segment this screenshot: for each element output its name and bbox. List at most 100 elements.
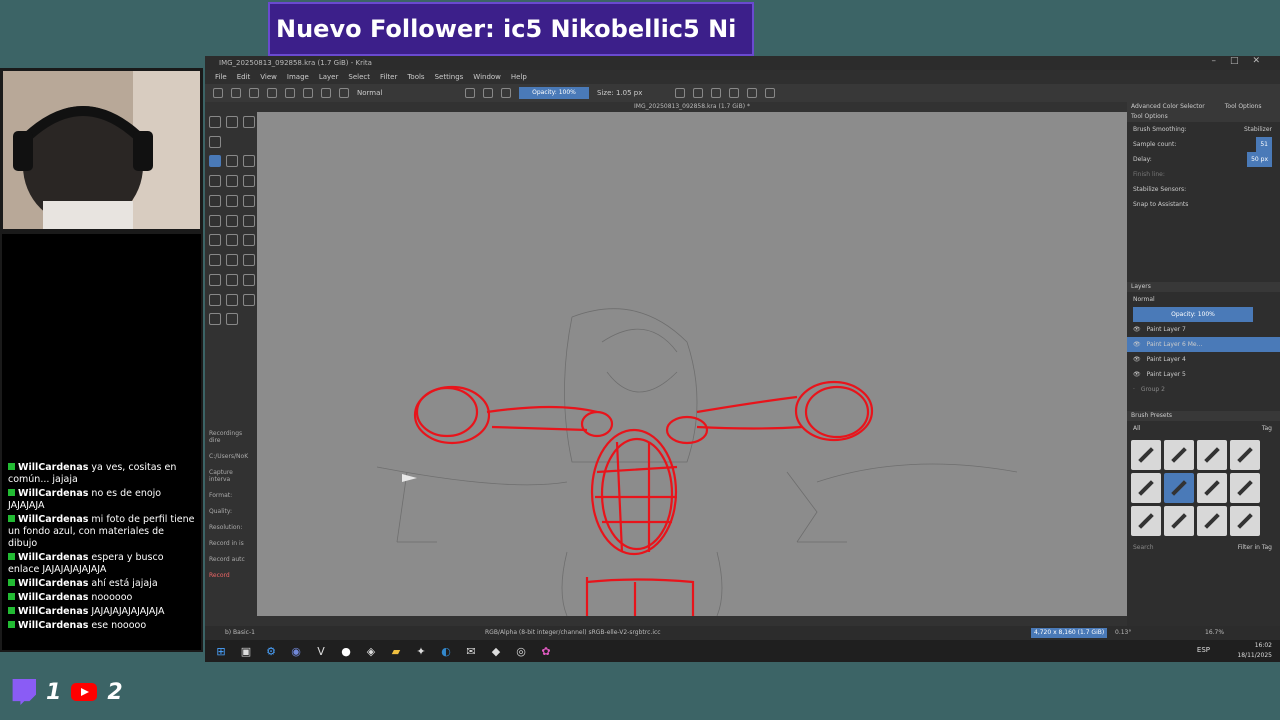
enclose-fill-icon[interactable] (226, 254, 238, 267)
freehand-select-icon[interactable] (209, 293, 221, 306)
save-icon[interactable] (249, 88, 259, 98)
status-rotation[interactable]: 0.13° (1115, 626, 1131, 640)
menu-layer[interactable]: Layer (319, 70, 339, 84)
option-row[interactable]: Brush Smoothing: Stabilizer (1127, 122, 1280, 137)
brush-search-row[interactable]: Search Filter in Tag (1127, 540, 1280, 555)
menu-select[interactable]: Select (348, 70, 370, 84)
app-icon[interactable]: ⚙ (263, 643, 279, 659)
gradient-icon[interactable] (267, 88, 277, 98)
mirror-horizontal-icon[interactable] (675, 88, 685, 98)
krita-icon[interactable]: ✿ (538, 643, 554, 659)
layer-blend-mode[interactable]: Normal (1127, 292, 1280, 307)
edge-icon[interactable]: ◐ (438, 643, 454, 659)
pan-tool-icon[interactable] (226, 313, 238, 326)
gradient-tool-icon[interactable] (209, 234, 221, 247)
text-tool-icon[interactable] (226, 116, 238, 128)
brush-preset[interactable] (1131, 440, 1161, 470)
menu-edit[interactable]: Edit (237, 70, 251, 84)
calligraphy-icon[interactable] (209, 135, 221, 148)
crop-tool-icon[interactable] (243, 214, 255, 227)
start-icon[interactable]: ⊞ (213, 643, 229, 659)
layer-item[interactable]: · Group 2 (1127, 382, 1280, 397)
ellipse-select-icon[interactable] (226, 273, 238, 286)
move-tool-icon[interactable] (226, 214, 238, 227)
workspace-icon[interactable] (729, 88, 739, 98)
dynamic-brush-icon[interactable] (243, 194, 255, 207)
smart-patch-icon[interactable] (243, 234, 255, 247)
transform-tool-icon[interactable] (209, 214, 221, 227)
layer-item[interactable]: 👁 Paint Layer 6 Me... (1127, 337, 1280, 352)
line-tool-icon[interactable] (226, 155, 238, 168)
obs-icon[interactable]: ● (338, 643, 354, 659)
edit-shape-icon[interactable] (243, 116, 255, 128)
layer-item[interactable]: 👁 Paint Layer 7 (1127, 322, 1280, 337)
tab-tool-options[interactable]: Tool Options (1225, 102, 1262, 112)
brush-preset[interactable] (1230, 506, 1260, 536)
undo-icon[interactable] (747, 88, 757, 98)
open-document-icon[interactable] (231, 88, 241, 98)
discord-icon[interactable]: ◉ (288, 643, 304, 659)
menu-window[interactable]: Window (473, 70, 501, 84)
menu-filter[interactable]: Filter (380, 70, 397, 84)
brush-preset[interactable] (1164, 440, 1194, 470)
option-row[interactable]: Delay: 50 px (1127, 152, 1280, 167)
menu-help[interactable]: Help (511, 70, 527, 84)
menu-image[interactable]: Image (287, 70, 309, 84)
brush-preset[interactable] (1230, 440, 1260, 470)
menu-view[interactable]: View (260, 70, 277, 84)
assistant-tool-icon[interactable] (243, 254, 255, 267)
menu-tools[interactable]: Tools (407, 70, 424, 84)
new-document-icon[interactable] (213, 88, 223, 98)
brush-preset[interactable] (1131, 506, 1161, 536)
rect-select-icon[interactable] (209, 273, 221, 286)
brush-filter[interactable]: All Tag (1127, 421, 1280, 436)
brush-preset[interactable] (1197, 506, 1227, 536)
app-icon[interactable]: ◎ (513, 643, 529, 659)
redo-icon[interactable] (765, 88, 775, 98)
brush-preset-icon[interactable] (339, 88, 349, 98)
zoom-tool-icon[interactable] (209, 313, 221, 326)
fill-tool-icon[interactable] (209, 254, 221, 267)
system-clock[interactable]: 16:02 18/11/2025 (1237, 640, 1272, 661)
rectangle-tool-icon[interactable] (243, 155, 255, 168)
layer-item[interactable]: 👁 Paint Layer 5 (1127, 367, 1280, 382)
brush-preset[interactable] (1197, 473, 1227, 503)
language-indicator[interactable]: ESP (1197, 646, 1210, 654)
task-view-icon[interactable]: ▣ (238, 643, 254, 659)
wrap-icon[interactable] (711, 88, 721, 98)
app-icon[interactable]: ◈ (363, 643, 379, 659)
polygon-tool-icon[interactable] (226, 175, 238, 188)
option-row[interactable]: Snap to Assistants (1127, 197, 1280, 212)
polyline-tool-icon[interactable] (243, 175, 255, 188)
document-tab[interactable]: IMG_20250813_092858.kra (1.7 GiB) * (257, 102, 1127, 112)
mail-icon[interactable]: ✉ (463, 643, 479, 659)
layer-item[interactable]: 👁 Paint Layer 4 (1127, 352, 1280, 367)
window-controls[interactable]: –□✕ (1211, 56, 1274, 66)
bezier-tool-icon[interactable] (209, 194, 221, 207)
drawing-canvas[interactable] (257, 112, 1127, 616)
menu-file[interactable]: File (215, 70, 227, 84)
polygon-select-icon[interactable] (243, 273, 255, 286)
app-icon[interactable]: ◆ (488, 643, 504, 659)
brush-preset[interactable] (1197, 440, 1227, 470)
tab-color-selector[interactable]: Advanced Color Selector (1131, 102, 1205, 112)
option-row[interactable]: Stabilize Sensors: (1127, 182, 1280, 197)
preserve-alpha-icon[interactable] (483, 88, 493, 98)
status-zoom[interactable]: 16.7% (1205, 626, 1224, 640)
brush-preset-selected[interactable] (1164, 473, 1194, 503)
color-swatch-icon[interactable] (303, 88, 313, 98)
folder-icon[interactable]: ▰ (388, 643, 404, 659)
option-row[interactable]: Sample count: 51 (1127, 137, 1280, 152)
brush-preset[interactable] (1230, 473, 1260, 503)
mirror-vertical-icon[interactable] (693, 88, 703, 98)
record-button[interactable]: Record (209, 572, 253, 579)
ellipse-tool-icon[interactable] (209, 175, 221, 188)
size-slider[interactable]: Size: 1.05 px (597, 89, 667, 97)
similar-select-icon[interactable] (243, 293, 255, 306)
brush-preset[interactable] (1164, 506, 1194, 536)
brush-settings-icon[interactable] (321, 88, 331, 98)
brush-preset[interactable] (1131, 473, 1161, 503)
select-shape-icon[interactable] (209, 116, 221, 128)
blend-mode-select[interactable]: Normal (357, 89, 457, 97)
app-icon[interactable]: ✦ (413, 643, 429, 659)
